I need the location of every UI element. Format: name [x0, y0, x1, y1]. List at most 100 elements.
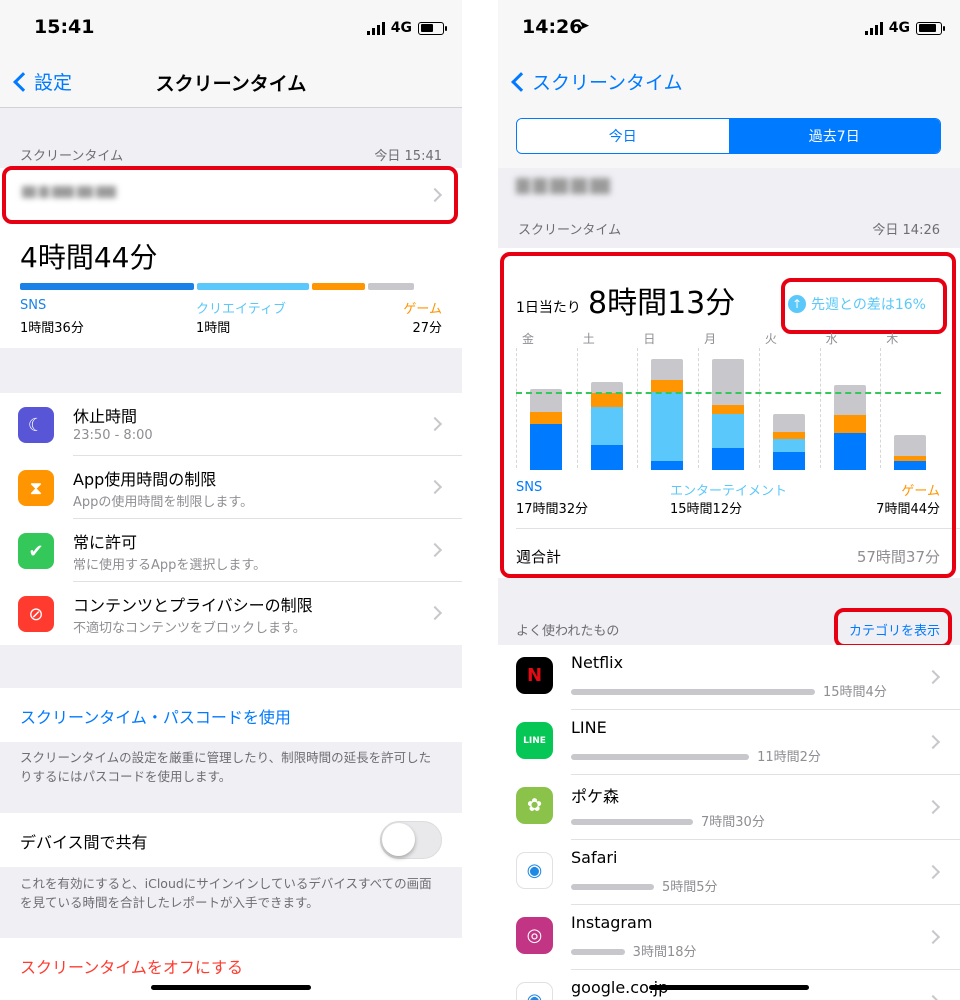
- category-value-sns: 1時間36分: [20, 321, 84, 336]
- status-icons: 4G: [366, 20, 447, 36]
- nav-bar: スクリーンタイム: [498, 56, 960, 108]
- category-value-game: 7時間44分: [876, 502, 940, 517]
- safari-icon: ◉: [516, 982, 553, 1000]
- average-line: [516, 392, 941, 395]
- most-used-label: よく使われたもの: [516, 624, 620, 639]
- status-icons: 4G: [864, 20, 945, 36]
- back-button[interactable]: スクリーンタイム: [508, 68, 683, 95]
- usage-segment: [196, 283, 309, 290]
- daily-average-value: 8時間13分: [588, 286, 736, 321]
- category-label-sns: SNS: [516, 480, 543, 495]
- back-label: スクリーンタイム: [532, 72, 683, 94]
- day-bar: [530, 350, 562, 470]
- day-label: 火: [764, 332, 777, 346]
- bar-segment: [833, 414, 866, 434]
- section-label: スクリーンタイム: [20, 149, 124, 164]
- signal-icon: [864, 21, 883, 35]
- home-indicator: [151, 985, 311, 990]
- category-label-creative: クリエイティブ: [196, 302, 286, 317]
- bar-segment: [651, 391, 684, 461]
- bar-segment: [590, 393, 623, 407]
- weekly-usage-chart: 金土日月火水木: [516, 330, 941, 470]
- category-label-game: ゲーム: [901, 484, 940, 499]
- right-screen: 14:26 ➤ 4G スクリーンタイム 今日 過去7日 スクリーンタイム 今日 …: [498, 0, 960, 1000]
- segment-today[interactable]: 今日: [517, 119, 729, 153]
- section-time: 今日 15:41: [374, 149, 442, 164]
- week-comparison: ↑ 先週との差は16%: [788, 294, 926, 314]
- day-label: 金: [522, 332, 535, 346]
- chevron-right-icon: [925, 799, 941, 815]
- checkmark-icon: ✔: [18, 533, 54, 569]
- day-bar: [772, 350, 805, 470]
- day-bar: [894, 350, 927, 470]
- battery-icon: [916, 21, 945, 35]
- row-subtitle: Appの使用時間を制限します。: [73, 495, 254, 510]
- show-categories-button[interactable]: カテゴリを表示: [849, 620, 940, 639]
- app-name: ポケ森: [571, 787, 620, 806]
- chevron-right-icon: [925, 994, 941, 1000]
- usage-segment: [368, 283, 415, 290]
- share-label: デバイス間で共有: [20, 833, 148, 852]
- downtime-icon: ☾: [18, 407, 54, 443]
- passcode-link[interactable]: スクリーンタイム・パスコードを使用: [20, 704, 291, 728]
- settings-row-content-privacy[interactable]: ⊘ コンテンツとプライバシーの制限 不適切なコンテンツをブロックします。: [0, 582, 462, 645]
- row-title: 休止時間: [73, 407, 138, 426]
- nav-bar: 設定 スクリーンタイム: [0, 56, 462, 108]
- day-bar: [651, 350, 684, 470]
- share-note: これを有効にすると、iCloudにサインインしているデバイスすべての画面を見てい…: [20, 876, 432, 910]
- device-name-blurred[interactable]: [22, 186, 116, 198]
- day-label: 水: [825, 332, 838, 346]
- app-name: LINE: [571, 718, 607, 737]
- day-bar: [590, 350, 623, 470]
- category-value-game: 27分: [412, 321, 442, 336]
- app-row[interactable]: ✿ ポケ森 7時間30分: [498, 775, 960, 840]
- status-bar: 15:41 4G: [0, 0, 462, 56]
- netflix-icon: N: [516, 657, 553, 694]
- share-toggle[interactable]: [380, 821, 442, 859]
- chevron-right-icon: [427, 605, 443, 621]
- category-label-entertainment: エンターテイメント: [670, 484, 788, 499]
- prohibited-icon: ⊘: [18, 596, 54, 632]
- passcode-note: スクリーンタイムの設定を厳重に管理したり、制限時間の延長を許可したりするにはパス…: [20, 750, 432, 784]
- arrow-up-icon: ↑: [788, 295, 806, 313]
- bar-segment: [712, 448, 745, 470]
- day-label: 土: [582, 332, 595, 346]
- status-time: 14:26: [522, 16, 583, 38]
- device-name-blurred: [516, 178, 610, 194]
- week-total-value: 57時間37分: [856, 548, 940, 566]
- bar-segment: [772, 439, 805, 452]
- chevron-right-icon: [427, 479, 443, 495]
- row-subtitle: 23:50 - 8:00: [73, 428, 153, 443]
- settings-row-always-allowed[interactable]: ✔ 常に許可 常に使用するAppを選択します。: [0, 519, 462, 582]
- usage-bar: [571, 754, 750, 760]
- settings-row-downtime[interactable]: ☾ 休止時間 23:50 - 8:00: [0, 393, 462, 456]
- app-row[interactable]: LINE LINE 11時間2分: [498, 710, 960, 775]
- chevron-left-icon: [511, 71, 531, 92]
- app-name: Instagram: [571, 913, 653, 932]
- segment-last-7-days[interactable]: 過去7日: [728, 119, 940, 153]
- day-bar: [712, 350, 745, 470]
- turn-off-button[interactable]: スクリーンタイムをオフにする: [20, 954, 243, 978]
- app-usage-time: 15時間4分: [823, 685, 887, 700]
- app-name: Safari: [571, 848, 618, 867]
- total-time: 4時間44分: [20, 241, 158, 274]
- hourglass-icon: ⧗: [18, 470, 54, 506]
- week-total-label: 週合計: [516, 548, 562, 566]
- pocket-camp-icon: ✿: [516, 787, 553, 824]
- section-header: スクリーンタイム 今日 15:41: [20, 145, 442, 164]
- battery-icon: [418, 21, 447, 35]
- category-value-sns: 17時間32分: [516, 502, 589, 517]
- bar-segment: [833, 433, 866, 470]
- app-row[interactable]: N Netflix 15時間4分: [498, 645, 960, 710]
- app-row[interactable]: ◎ Instagram 3時間18分: [498, 905, 960, 970]
- section-label: スクリーンタイム: [518, 223, 622, 238]
- bar-segment: [712, 413, 745, 449]
- app-row[interactable]: ◉ Safari 5時間5分: [498, 840, 960, 905]
- category-value-creative: 1時間: [196, 321, 231, 336]
- bar-segment: [772, 451, 805, 470]
- bar-segment: [530, 423, 562, 470]
- section-time: 今日 14:26: [872, 223, 940, 238]
- bar-segment: [772, 432, 805, 440]
- day-label: 日: [643, 332, 656, 346]
- settings-row-app-limits[interactable]: ⧗ App使用時間の制限 Appの使用時間を制限します。: [0, 456, 462, 519]
